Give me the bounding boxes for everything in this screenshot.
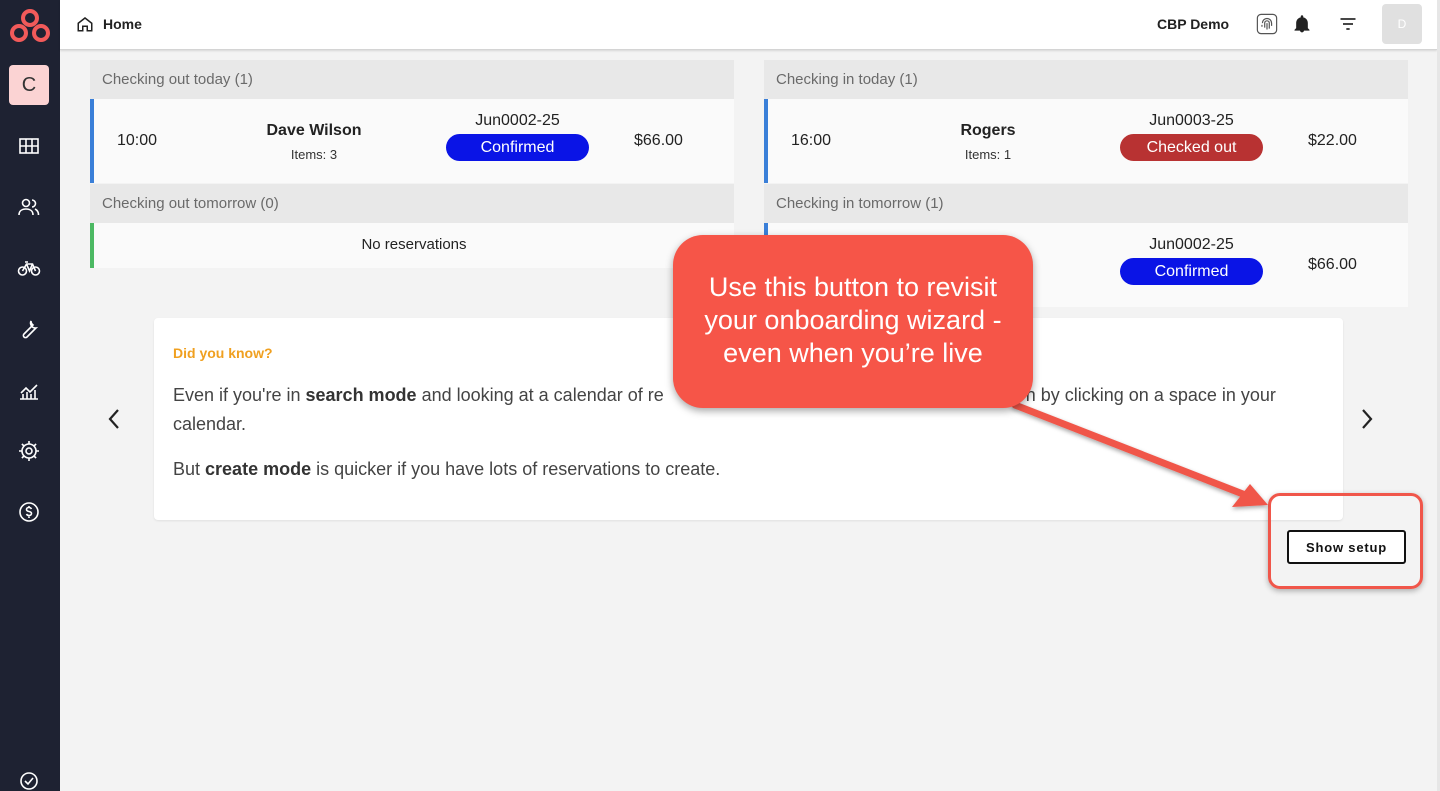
reservation-time: 10:00 <box>117 132 158 149</box>
grid-icon[interactable] <box>16 133 42 159</box>
callout-line-1: Use this button to revisit <box>708 272 998 302</box>
fingerprint-icon[interactable] <box>1255 12 1279 36</box>
app-logo[interactable] <box>7 8 53 44</box>
reservation-price: $66.00 <box>1308 256 1357 273</box>
gear-icon[interactable] <box>16 438 42 464</box>
user-avatar[interactable]: D <box>1382 4 1422 44</box>
customer-name: Rogers <box>960 122 1016 139</box>
annotation-callout: Use this button to revisit your onboardi… <box>673 235 1033 408</box>
users-icon[interactable] <box>16 194 42 220</box>
no-reservations-text: No reservations <box>361 236 467 253</box>
checkin-today-panel: Checking in today (1) 16:00 Rogers Items… <box>764 60 1408 183</box>
status-badge: Confirmed <box>446 134 589 161</box>
home-icon[interactable] <box>76 15 94 33</box>
reservation-row[interactable]: 16:00 Rogers Items: 1 Jun0003-25 Checked… <box>764 99 1408 183</box>
item-count: Items: 3 <box>290 147 338 162</box>
reservation-ref: Jun0002-25 <box>1149 236 1234 253</box>
reservation-ref: Jun0002-25 <box>475 112 560 129</box>
annotation-highlight-box <box>1268 493 1423 589</box>
status-badge: Checked out <box>1120 134 1263 161</box>
filter-icon[interactable] <box>1336 12 1360 36</box>
top-bar: Home CBP Demo D <box>60 0 1437 50</box>
check-gear-icon[interactable] <box>16 768 42 791</box>
next-tip-button[interactable] <box>1352 404 1382 434</box>
checkout-tomorrow-panel: Checking out tomorrow (0) No reservation… <box>90 184 734 268</box>
callout-line-3: even when you’re live <box>723 338 983 368</box>
tip-paragraph-1-cont: calendar. <box>173 414 247 434</box>
reservation-row[interactable]: 10:00 Dave Wilson Items: 3 Jun0002-25 Co… <box>90 99 734 183</box>
status-badge: Confirmed <box>1120 258 1263 285</box>
customer-name: Dave Wilson <box>266 122 362 139</box>
bell-icon[interactable] <box>1290 12 1314 36</box>
workspace-badge[interactable]: C <box>9 65 49 105</box>
reservation-time: 16:00 <box>791 132 832 149</box>
panel-header: Checking in tomorrow (1) <box>764 184 1408 223</box>
empty-row: No reservations <box>90 223 734 268</box>
checkout-today-panel: Checking out today (1) 10:00 Dave Wilson… <box>90 60 734 183</box>
organization-name[interactable]: CBP Demo <box>1157 16 1229 32</box>
panel-header: Checking out today (1) <box>90 60 734 99</box>
tip-title: Did you know? <box>173 345 273 361</box>
reservation-ref: Jun0003-25 <box>1149 112 1234 129</box>
item-count: Items: 1 <box>964 147 1012 162</box>
sidebar: C <box>0 0 60 791</box>
reservation-price: $66.00 <box>634 132 683 149</box>
bike-icon[interactable] <box>16 255 42 281</box>
breadcrumb-home[interactable]: Home <box>103 16 142 32</box>
wrench-icon[interactable] <box>16 316 42 342</box>
callout-line-2: your onboarding wizard - <box>704 305 1002 335</box>
panel-header: Checking out tomorrow (0) <box>90 184 734 223</box>
analytics-icon[interactable] <box>16 378 42 404</box>
reservation-price: $22.00 <box>1308 132 1357 149</box>
sync-dollar-icon[interactable] <box>16 499 42 525</box>
tip-paragraph-2: But create mode is quicker if you have l… <box>173 459 721 479</box>
previous-tip-button[interactable] <box>99 404 129 434</box>
panel-header: Checking in today (1) <box>764 60 1408 99</box>
